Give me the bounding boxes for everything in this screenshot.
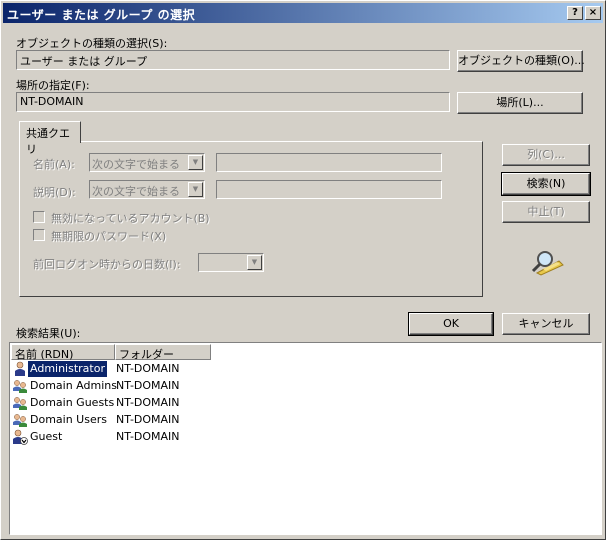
row-folder: NT-DOMAIN (116, 430, 180, 443)
table-row[interactable]: Administrator NT-DOMAIN (12, 361, 212, 378)
description-label: 説明(D): (33, 186, 76, 199)
row-folder: NT-DOMAIN (116, 413, 180, 426)
disabled-user-icon (13, 429, 28, 445)
row-name: Administrator (28, 361, 107, 377)
disabled-accounts-checkbox[interactable] (33, 211, 45, 223)
close-button[interactable]: × (585, 6, 601, 20)
search-button[interactable]: 検索(N) (501, 172, 591, 196)
table-row[interactable]: Domain Users NT-DOMAIN (12, 412, 212, 429)
user-icon (15, 361, 25, 376)
name-match-combo[interactable]: 次の文字で始まる ▼ (89, 153, 205, 172)
column-header-folder[interactable]: フォルダー (115, 344, 211, 361)
description-match-value: 次の文字で始まる (92, 185, 180, 198)
row-folder: NT-DOMAIN (116, 396, 180, 409)
search-results-list[interactable]: 名前 (RDN) フォルダー Administrator NT-DOMAIN D… (9, 342, 602, 535)
columns-button[interactable]: 列(C)... (502, 144, 590, 166)
location-label: 場所の指定(F): (16, 79, 90, 92)
name-match-value: 次の文字で始まる (92, 158, 180, 171)
row-name: Domain Admins (30, 379, 117, 392)
group-icon (13, 397, 27, 410)
non-expiring-password-label: 無期限のパスワード(X) (51, 230, 167, 243)
object-type-label: オブジェクトの種類の選択(S): (16, 37, 168, 50)
title-bar[interactable]: ユーザー または グループ の選択 ? × (3, 3, 603, 23)
row-folder: NT-DOMAIN (116, 379, 180, 392)
name-input[interactable] (216, 153, 442, 172)
select-users-dialog: ユーザー または グループ の選択 ? × オブジェクトの種類の選択(S): ユ… (0, 0, 606, 540)
chevron-down-icon: ▼ (247, 255, 262, 270)
location-field: NT-DOMAIN (16, 92, 450, 112)
days-since-logon-combo[interactable]: ▼ (198, 253, 264, 272)
ok-button[interactable]: OK (408, 312, 494, 336)
disabled-accounts-label: 無効になっているアカウント(B) (51, 212, 210, 225)
row-folder: NT-DOMAIN (116, 362, 180, 375)
days-since-logon-label: 前回ログオン時からの日数(I): (33, 258, 181, 271)
description-input[interactable] (216, 180, 442, 199)
object-types-button[interactable]: オブジェクトの種類(O)... (457, 50, 585, 72)
description-match-combo[interactable]: 次の文字で始まる ▼ (89, 180, 205, 199)
row-name: Guest (30, 430, 63, 443)
non-expiring-password-checkbox[interactable] (33, 229, 45, 241)
help-button[interactable]: ? (567, 6, 583, 20)
table-row[interactable]: Domain Guests NT-DOMAIN (12, 395, 212, 412)
search-results-label: 検索結果(U): (16, 327, 81, 340)
search-people-icon (531, 251, 564, 276)
table-row[interactable]: Guest NT-DOMAIN (12, 429, 212, 446)
group-icon (13, 380, 27, 393)
chevron-down-icon: ▼ (188, 182, 203, 197)
common-queries-panel: 名前(A): 次の文字で始まる ▼ 説明(D): 次の文字で始まる ▼ 無効にな… (19, 141, 483, 297)
chevron-down-icon: ▼ (188, 155, 203, 170)
object-type-field: ユーザー または グループ (16, 50, 450, 70)
group-icon (13, 414, 27, 427)
window-title: ユーザー または グループ の選択 (7, 8, 196, 22)
stop-button[interactable]: 中止(T) (502, 201, 590, 223)
row-name: Domain Users (30, 413, 107, 426)
cancel-button[interactable]: キャンセル (502, 313, 590, 335)
locations-button[interactable]: 場所(L)... (457, 92, 583, 114)
tab-common-queries[interactable]: 共通クエリ (19, 121, 81, 156)
row-name: Domain Guests (30, 396, 115, 409)
table-row[interactable]: Domain Admins NT-DOMAIN (12, 378, 212, 395)
column-header-name[interactable]: 名前 (RDN) (11, 344, 115, 361)
name-label: 名前(A): (33, 158, 75, 171)
